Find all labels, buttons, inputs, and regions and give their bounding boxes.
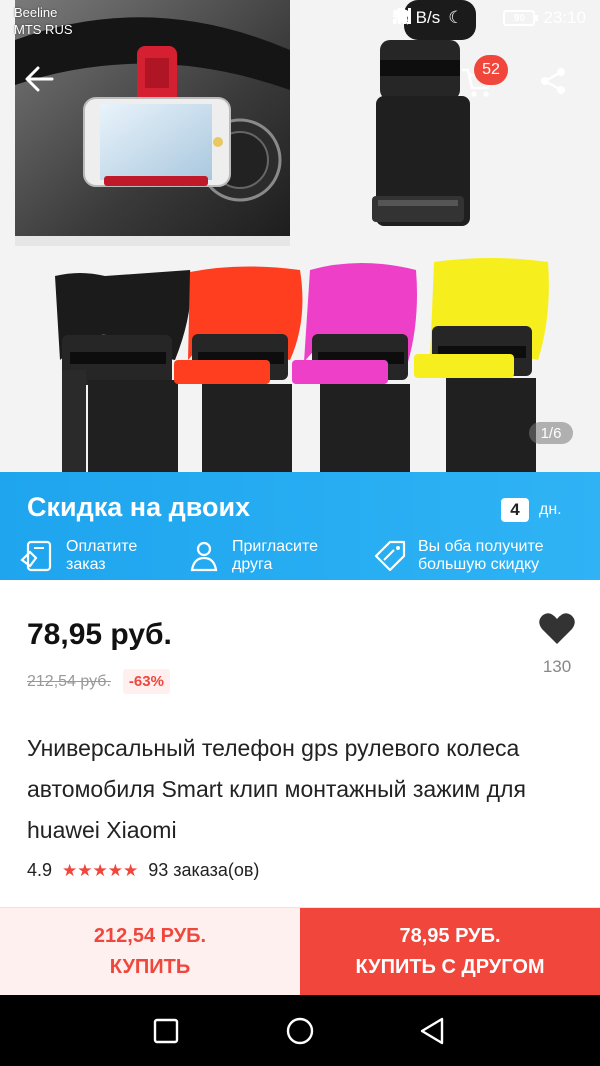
promo-countdown: 4 дн.	[501, 498, 562, 522]
purchase-action-bar: 212,54 РУБ. КУПИТЬ 78,95 РУБ. КУПИТЬ С Д…	[0, 907, 600, 996]
heart-icon	[539, 613, 575, 644]
promo-step-discount-text: Вы оба получите большую скидку	[418, 538, 544, 574]
square-icon	[153, 1018, 179, 1044]
promo-step-pay-text: Оплатите заказ	[66, 538, 137, 574]
clock: 23:10	[543, 8, 586, 27]
days-unit: дн.	[539, 501, 562, 518]
discount-badge: -63%	[122, 669, 170, 694]
step-1-line-1: Оплатите	[66, 538, 138, 555]
status-bar: Beeline MTS RUS 51 B/s ☾ 90 23:10	[0, 0, 600, 42]
days-value: 4	[501, 498, 529, 522]
promo-step-pay: Оплатите заказ	[20, 538, 137, 574]
back-nav-button[interactable]	[414, 1013, 450, 1049]
carrier-2: MTS RUS	[14, 22, 73, 37]
promo-step-discount: Вы оба получите большую скидку	[372, 538, 544, 574]
battery-level: 90	[513, 12, 526, 24]
step-3-line-2: большую скидку	[418, 556, 540, 573]
status-icons: 51 B/s ☾ 90 23:10	[392, 8, 586, 28]
holders-row	[55, 258, 549, 472]
circle-icon	[286, 1017, 314, 1045]
system-navigation-bar	[0, 995, 600, 1066]
old-price-row: 212,54 руб. -63%	[27, 669, 170, 694]
wishlist-count: 130	[542, 657, 572, 676]
promo-step-invite-text: Пригласите друга	[232, 538, 318, 574]
orders-count: 93 заказа(ов)	[148, 860, 260, 880]
share-icon	[541, 68, 565, 94]
discount-tag-icon	[374, 540, 406, 572]
old-price: 212,54 руб.	[27, 672, 111, 690]
cart-count-badge: 52	[474, 55, 508, 85]
gallery-page-indicator: 1/6	[529, 422, 573, 444]
carrier-1: Beeline	[14, 5, 58, 20]
moon-icon: ☾	[448, 8, 464, 27]
battery-icon: 90	[503, 10, 539, 26]
back-button[interactable]	[24, 66, 68, 110]
recent-apps-button[interactable]	[148, 1013, 184, 1049]
step-1-line-2: заказ	[66, 556, 106, 573]
buy-with-friend-button[interactable]: 78,95 РУБ. КУПИТЬ С ДРУГОМ	[300, 908, 600, 996]
product-image-gallery[interactable]: Beeline MTS RUS 51 B/s ☾ 90 23:10 52 1/6	[0, 0, 600, 472]
triangle-back-icon	[420, 1017, 444, 1045]
pay-order-icon	[20, 540, 52, 572]
buy-together-banner[interactable]: Скидка на двоих 4 дн. Оплатите заказ При…	[0, 472, 600, 580]
rating-row[interactable]: 4.9 ★★★★★ 93 заказа(ов)	[27, 860, 259, 881]
buy-solo-button[interactable]: 212,54 РУБ. КУПИТЬ	[0, 908, 300, 996]
promo-step-invite: Пригласите друга	[186, 538, 318, 574]
buy-duo-label: КУПИТЬ С ДРУГОМ	[355, 956, 545, 978]
buy-solo-price: 212,54 РУБ.	[93, 925, 207, 947]
promo-title: Скидка на двоих	[27, 492, 251, 522]
product-title: Универсальный телефон gps рулевого колес…	[27, 735, 526, 843]
carrier-labels: Beeline MTS RUS	[14, 4, 73, 38]
rating-value: 4.9	[27, 860, 53, 880]
step-2-line-2: друга	[232, 556, 273, 573]
buy-duo-price: 78,95 РУБ.	[399, 925, 501, 947]
product-photo	[15, 0, 549, 472]
step-3-line-1: Вы оба получите	[418, 538, 544, 555]
buy-solo-label: КУПИТЬ	[109, 956, 191, 978]
current-price: 78,95 руб.	[27, 618, 172, 651]
wishlist-button[interactable]: 130	[532, 612, 582, 677]
share-button[interactable]	[538, 66, 582, 110]
step-2-line-1: Пригласите	[232, 538, 319, 555]
invite-friend-icon	[190, 541, 218, 572]
home-button[interactable]	[282, 1013, 318, 1049]
rating-stars: ★★★★★	[62, 860, 139, 880]
back-arrow-icon	[25, 66, 54, 92]
